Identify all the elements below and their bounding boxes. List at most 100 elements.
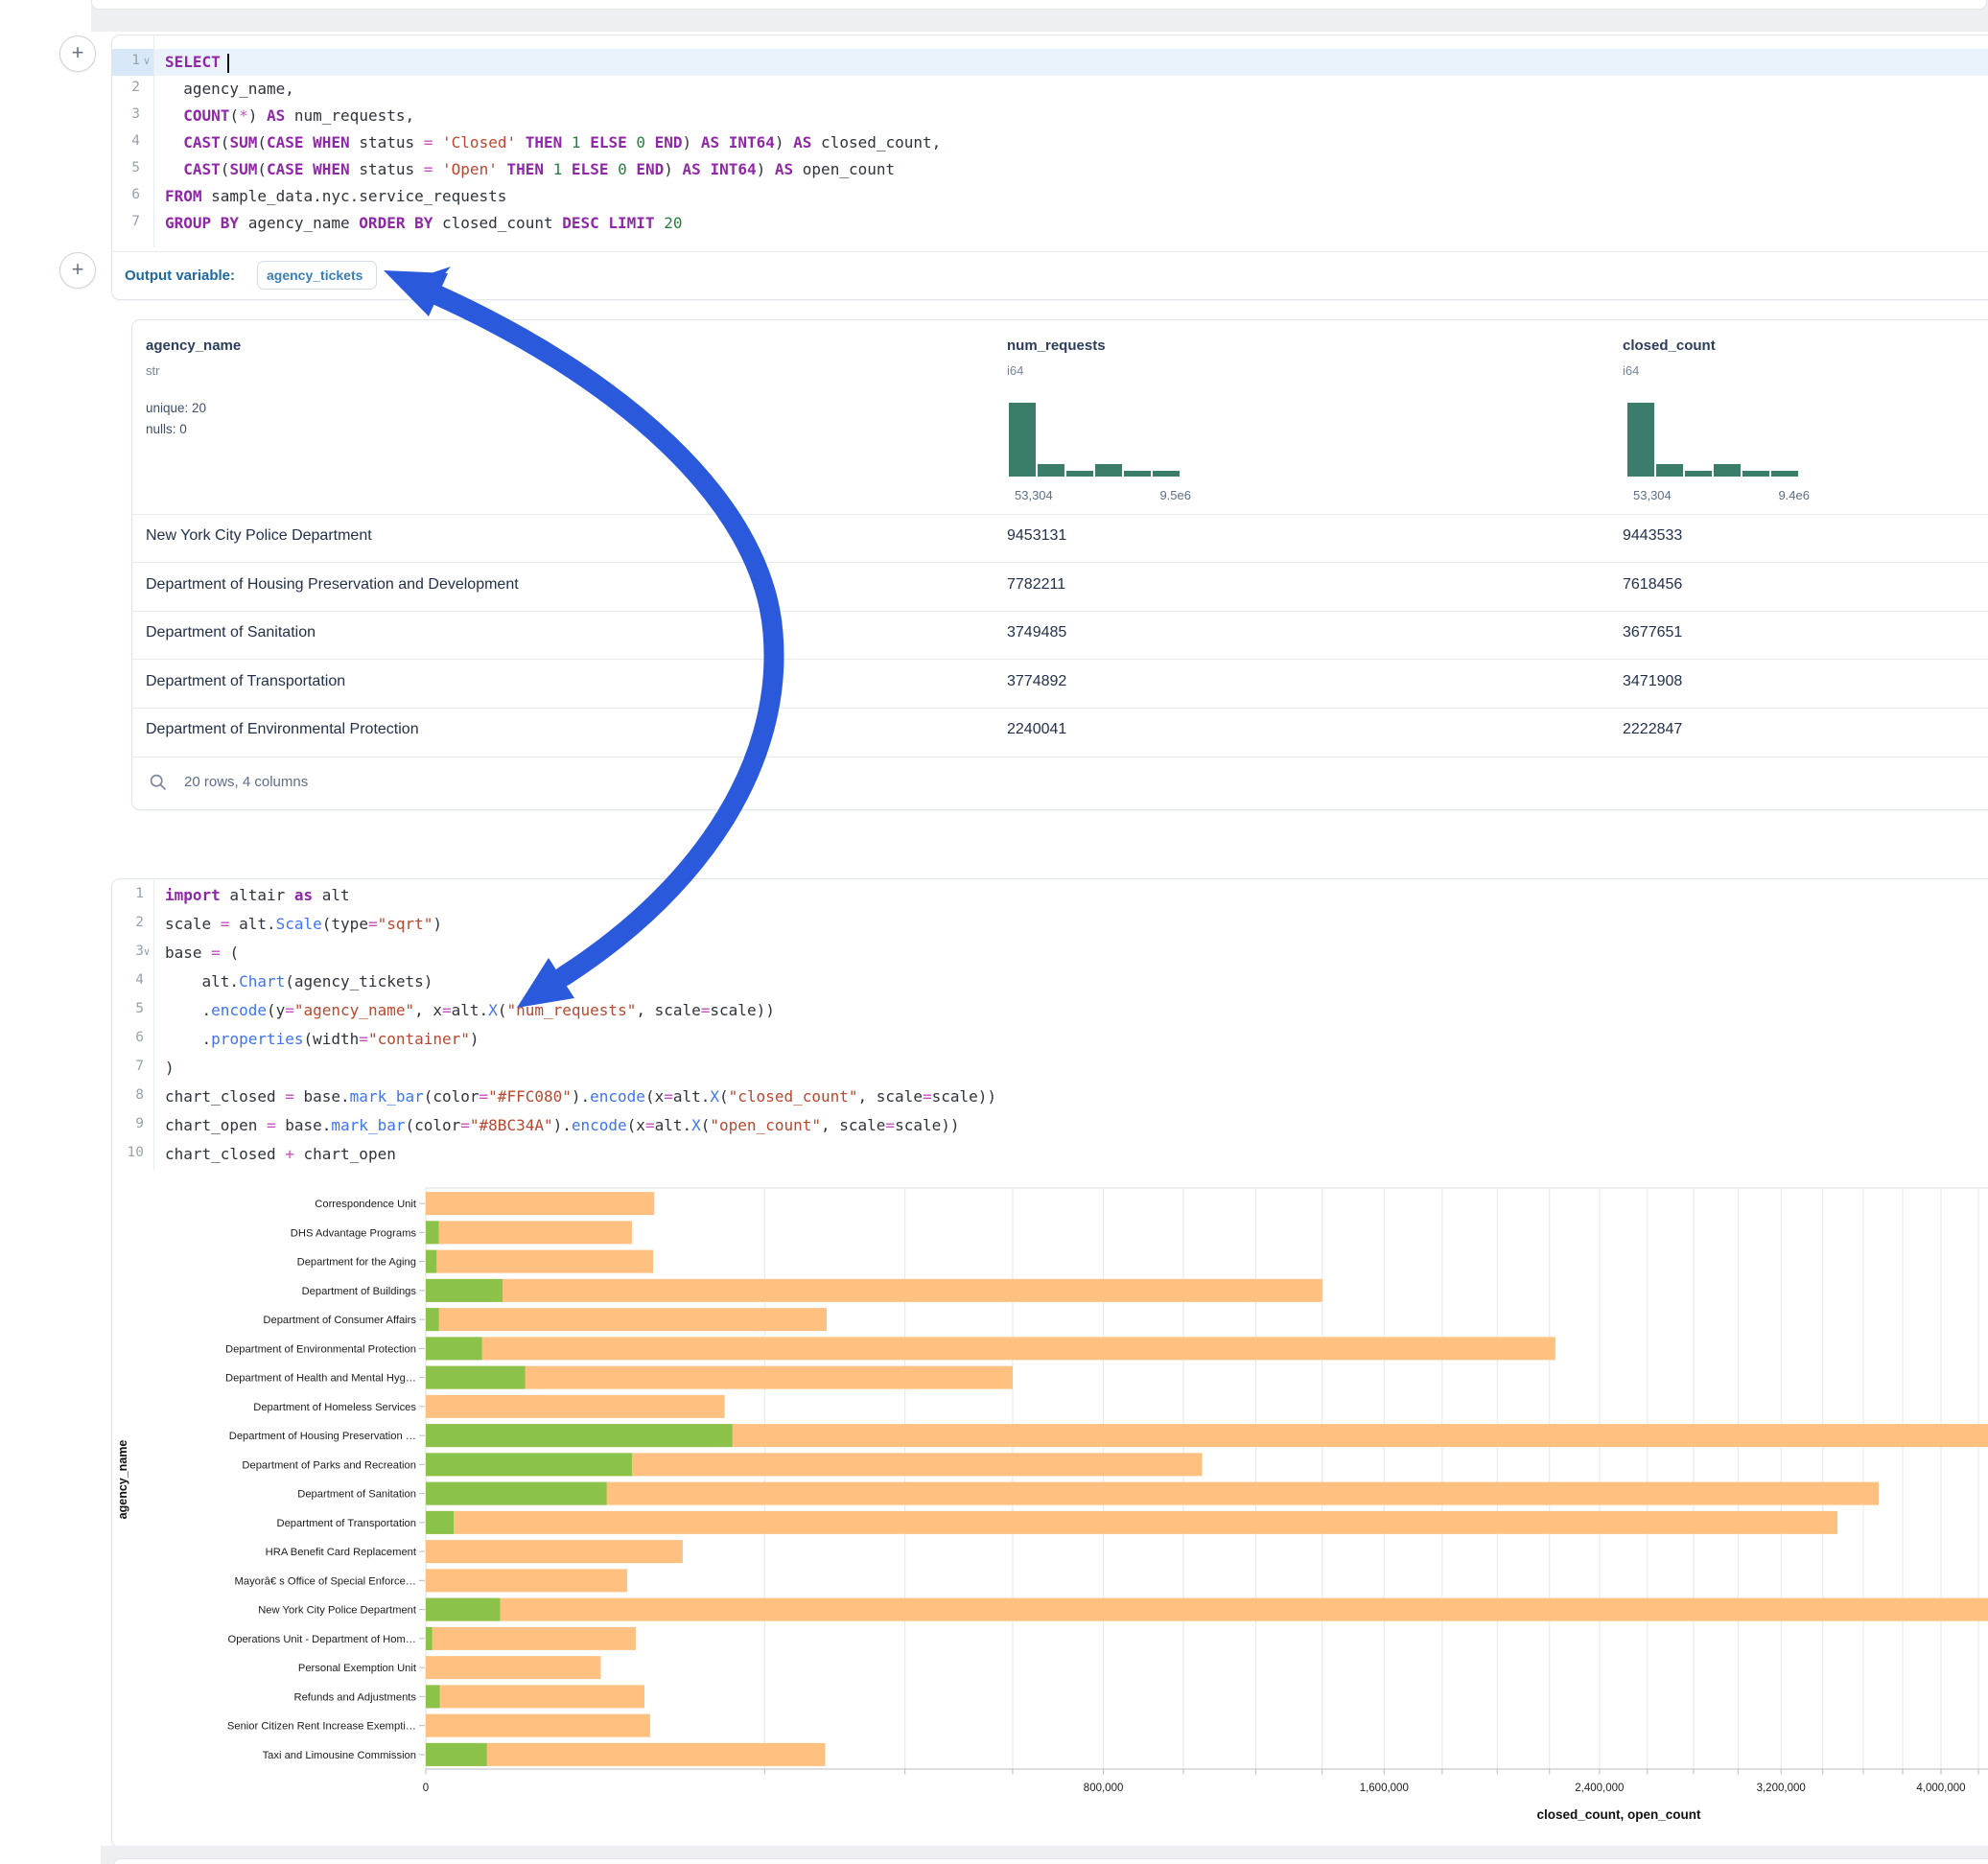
add-cell-button-output[interactable]: +	[59, 252, 96, 289]
y-axis-label: Department of Homeless Services	[253, 1402, 416, 1413]
table-cell: Department of Sanitation	[146, 624, 316, 641]
y-axis-label: Taxi and Limousine Commission	[263, 1750, 416, 1761]
bar-closed	[426, 1250, 653, 1273]
column-type: i64	[1623, 363, 1639, 378]
table-cell: Department of Housing Preservation and D…	[146, 576, 519, 594]
collapse-chevron-icon[interactable]: ∨	[143, 55, 151, 67]
code-line[interactable]: COUNT(*) AS num_requests,	[165, 105, 414, 127]
output-variable-label: Output variable:	[125, 268, 235, 284]
add-cell-button-top[interactable]: +	[59, 35, 96, 72]
table-cell: 2240041	[1007, 721, 1066, 738]
histogram-bar	[1066, 471, 1093, 477]
output-variable-pill[interactable]: agency_tickets	[257, 261, 377, 290]
y-axis-label: Department for the Aging	[297, 1257, 416, 1269]
next-cell-edge	[113, 1858, 1988, 1864]
bar-open	[426, 1337, 482, 1360]
y-axis-label: Personal Exemption Unit	[298, 1663, 417, 1674]
column-header[interactable]: agency_name	[146, 338, 241, 354]
bar-closed	[426, 1685, 644, 1708]
table-row[interactable]: New York City Police Department945313194…	[132, 514, 1988, 562]
bar-open	[426, 1743, 487, 1766]
code-line[interactable]: base = (	[165, 943, 239, 964]
column-stat: unique: 20	[146, 401, 206, 415]
line-number: 2	[107, 80, 140, 95]
code-line[interactable]: agency_name,	[165, 79, 294, 100]
y-axis-label: Department of Environmental Protection	[225, 1343, 416, 1355]
histogram-bar	[1714, 464, 1741, 477]
altair-bar-chart: Correspondence Unit DHS Advantage Program…	[0, 1151, 1988, 1851]
y-axis-title: agency_name	[116, 1393, 129, 1566]
code-line[interactable]: CAST(SUM(CASE WHEN status = 'Open' THEN …	[165, 159, 895, 180]
collapse-chevron-icon[interactable]: ∨	[143, 945, 151, 958]
table-row[interactable]: Department of Transportation377489234719…	[132, 660, 1988, 708]
histogram-min-label: 53,304	[1015, 488, 1053, 502]
line-number: 3	[111, 944, 144, 959]
code-line[interactable]: alt.Chart(agency_tickets)	[165, 971, 433, 992]
column-header[interactable]: num_requests	[1007, 338, 1106, 354]
code-line[interactable]: SELECT	[165, 52, 229, 73]
sql-gutter-divider	[153, 35, 154, 247]
histogram-bar	[1742, 471, 1769, 477]
bar-closed	[426, 1192, 654, 1215]
line-number: 7	[107, 214, 140, 229]
search-icon[interactable]	[149, 773, 168, 797]
bar-closed	[426, 1598, 1988, 1621]
x-axis-label: 4,000,000	[1916, 1782, 1965, 1794]
histogram-bar	[1685, 471, 1712, 477]
line-number: 1	[111, 886, 144, 901]
code-line[interactable]: import altair as alt	[165, 885, 350, 906]
bar-closed	[426, 1308, 827, 1331]
y-axis-label: Correspondence Unit	[315, 1199, 417, 1210]
table-cell: 3471908	[1623, 673, 1682, 690]
y-axis-label: HRA Benefit Card Replacement	[266, 1547, 417, 1558]
code-line[interactable]: GROUP BY agency_name ORDER BY closed_cou…	[165, 213, 682, 234]
line-number: 6	[111, 1030, 144, 1045]
bar-open	[426, 1598, 500, 1621]
x-axis-label: 3,200,000	[1757, 1782, 1806, 1794]
bar-closed	[426, 1482, 1879, 1505]
code-line[interactable]: .properties(width="container")	[165, 1029, 479, 1050]
code-line[interactable]: FROM sample_data.nyc.service_requests	[165, 186, 506, 207]
table-row[interactable]: Department of Environmental Protection 22…	[132, 708, 1988, 756]
y-axis-label: Operations Unit - Department of Hom…	[228, 1634, 416, 1645]
sql-output-divider	[112, 251, 1988, 252]
previous-cell-edge	[91, 0, 1987, 10]
table-row[interactable]: Department of Housing Preservation and D…	[132, 563, 1988, 611]
bar-open	[426, 1482, 607, 1505]
x-axis-label: 800,000	[1084, 1782, 1124, 1794]
bar-closed	[426, 1656, 600, 1679]
code-line[interactable]: chart_open = base.mark_bar(color="#8BC34…	[165, 1115, 960, 1136]
table-cell: New York City Police Department	[146, 527, 372, 545]
table-cell: 3774892	[1007, 673, 1066, 690]
table-cell: 3677651	[1623, 624, 1682, 641]
bar-open	[426, 1511, 454, 1534]
x-axis-label: 1,600,000	[1360, 1782, 1409, 1794]
table-cell: 2222847	[1623, 721, 1682, 738]
y-axis-label: DHS Advantage Programs	[291, 1227, 417, 1239]
column-header[interactable]: closed_count	[1623, 338, 1716, 354]
y-axis-label: Department of Sanitation	[297, 1489, 416, 1501]
y-axis-label: Refunds and Adjustments	[294, 1691, 417, 1703]
code-line[interactable]: CAST(SUM(CASE WHEN status = 'Closed' THE…	[165, 132, 941, 153]
table-cell: 9453131	[1007, 527, 1066, 545]
code-line[interactable]: scale = alt.Scale(type="sqrt")	[165, 914, 442, 935]
table-cell: Department of Environmental Protection	[146, 721, 419, 738]
code-line[interactable]: .encode(y="agency_name", x=alt.X("num_re…	[165, 1000, 775, 1021]
bar-open	[426, 1279, 503, 1302]
bar-open	[426, 1453, 632, 1476]
code-line[interactable]: chart_closed = base.mark_bar(color="#FFC…	[165, 1086, 996, 1107]
y-axis-label: Department of Parks and Recreation	[242, 1459, 416, 1471]
line-number: 5	[107, 160, 140, 175]
column-stat: nulls: 0	[146, 422, 187, 436]
bar-closed	[426, 1540, 683, 1563]
table-cell: 3749485	[1007, 624, 1066, 641]
bar-closed	[426, 1627, 636, 1650]
bar-closed	[426, 1337, 1555, 1360]
y-axis-label: Department of Transportation	[276, 1518, 416, 1529]
table-row[interactable]: Department of Sanitation 3749485 3677651	[132, 611, 1988, 659]
bar-closed	[426, 1714, 650, 1737]
histogram-bar	[1771, 471, 1798, 477]
code-line[interactable]: chart_closed + chart_open	[165, 1144, 396, 1165]
code-line[interactable]: )	[165, 1058, 175, 1079]
y-axis-label: Department of Buildings	[302, 1286, 417, 1297]
